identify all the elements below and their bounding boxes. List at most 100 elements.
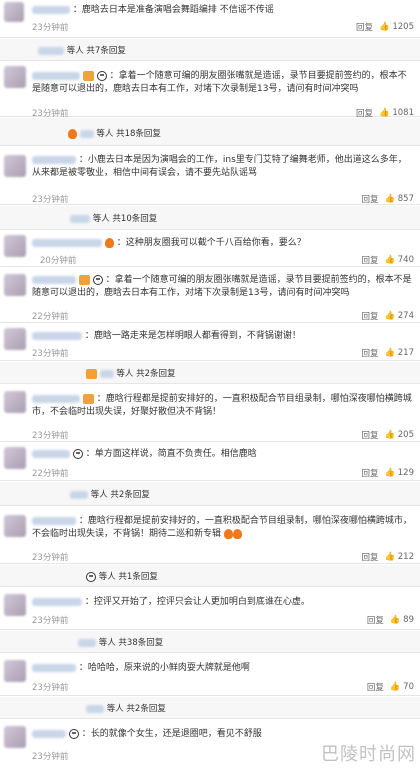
comment-text: ：小鹿去日本是因为演唱会的工作，ins里专门艾特了编舞老师，他出道这么多年，从来…: [32, 155, 407, 178]
reply-button[interactable]: 回复: [361, 467, 378, 479]
timestamp: 23分钟前: [32, 23, 69, 33]
comment-text: ：单方面这样说，简直不负责任。相信鹿晗: [85, 449, 257, 459]
panda-emoji-icon: [92, 274, 103, 285]
badge-icon: [86, 368, 97, 379]
reply-summary-text: 等人 共10条回复: [92, 214, 158, 224]
reply-summary-text: 等人 共2条回复: [90, 490, 150, 500]
comment-card: ：控评又开始了，控评只会让人更加明白到底谁在心虚。 23分钟前 回复 👍 89: [0, 588, 420, 630]
like-count: 1081: [392, 108, 414, 118]
fire-emoji-icon: [232, 528, 242, 539]
like-button[interactable]: 👍 217: [384, 348, 414, 358]
avatar[interactable]: [4, 515, 26, 537]
timestamp: 23分钟前: [32, 616, 69, 626]
like-button[interactable]: 👍 1081: [379, 108, 414, 118]
reply-button[interactable]: 回复: [361, 429, 378, 441]
timestamp: 22分钟前: [32, 312, 69, 322]
reply-summary[interactable]: 等人 共1条回复: [0, 565, 420, 587]
username[interactable]: [32, 516, 76, 525]
avatar[interactable]: [4, 235, 26, 257]
comment-text: ：鹿晗行程都是提前安排好的，一直积极配合节目组录制，哪怕深夜哪怕横跨城市，不会临…: [32, 516, 412, 539]
like-button[interactable]: 👍 1205: [379, 22, 414, 32]
reply-summary[interactable]: 等人 共38条回复: [0, 631, 420, 653]
comment-text: ：鹿晗一路走来是怎样明眼人都看得到，不背锅谢谢！: [84, 331, 301, 341]
comment-card: ：小鹿去日本是因为演唱会的工作，ins里专门艾特了编舞老师，他出道这么多年，从来…: [0, 147, 420, 205]
username[interactable]: [32, 238, 102, 247]
like-count: 205: [397, 430, 414, 440]
panda-emoji-icon: [86, 571, 96, 582]
username[interactable]: [32, 331, 82, 340]
like-count: 212: [397, 552, 414, 562]
like-count: 740: [397, 255, 414, 265]
comment-text: ：鹿晗去日本是准备演唱会舞蹈编排 不信谣不传谣: [72, 5, 274, 15]
reply-summary[interactable]: 等人 共10条回复: [0, 206, 420, 230]
avatar[interactable]: [4, 155, 26, 177]
like-count: 217: [397, 348, 414, 358]
comment-card: ：这种朋友圈我可以截个千八百给你看，要么？ 20分钟前 回复 👍 740: [0, 231, 420, 267]
comment-text: ：哈哈哈，原来说的小鲜肉耍大牌就是他啊: [78, 663, 250, 673]
timestamp: 22分钟前: [32, 469, 69, 479]
vip-badge-icon: [78, 274, 90, 285]
avatar[interactable]: [4, 274, 26, 296]
reply-summary[interactable]: 等人 共2条回复: [0, 362, 420, 384]
avatar[interactable]: [4, 660, 26, 682]
timestamp: 20分钟前: [40, 256, 77, 266]
like-button[interactable]: 👍 274: [384, 311, 414, 321]
like-count: 70: [403, 682, 414, 692]
username[interactable]: [32, 275, 76, 284]
like-button[interactable]: 👍 70: [390, 682, 414, 692]
like-button[interactable]: 👍 129: [384, 468, 414, 478]
comment-card: ：鹿晗行程都是提前安排好的，一直积极配合节目组录制，哪怕深夜哪怕横跨城市，不会临…: [0, 385, 420, 442]
like-button[interactable]: 👍 89: [390, 615, 414, 625]
username[interactable]: [32, 155, 76, 164]
reply-button[interactable]: 回复: [361, 254, 378, 266]
reply-button[interactable]: 回复: [367, 614, 384, 626]
comment-card: ：鹿晗行程都是提前安排好的，一直积极配合节目组录制，哪怕深夜哪怕横跨城市，不会临…: [0, 507, 420, 564]
username[interactable]: [32, 394, 80, 403]
avatar[interactable]: [4, 328, 26, 350]
avatar[interactable]: [4, 594, 26, 616]
reply-summary-text: 等人 共1条回复: [98, 572, 158, 582]
comment-card: ：鹿晗去日本是准备演唱会舞蹈编排 不信谣不传谣 23分钟前 回复 👍 1205: [0, 0, 420, 38]
fire-icon: [68, 128, 77, 139]
username[interactable]: [32, 663, 76, 672]
reply-summary[interactable]: 等人 共18条回复: [0, 118, 420, 146]
badge-icon: [82, 393, 94, 404]
like-button[interactable]: 👍 212: [384, 552, 414, 562]
reply-summary[interactable]: 等人 共2条回复: [0, 697, 420, 719]
reply-button[interactable]: 回复: [361, 551, 378, 563]
avatar[interactable]: [4, 2, 24, 22]
username[interactable]: [32, 729, 66, 738]
avatar[interactable]: [4, 391, 26, 413]
avatar[interactable]: [4, 66, 26, 88]
username[interactable]: [32, 71, 80, 80]
reply-button[interactable]: 回复: [361, 193, 378, 205]
like-button[interactable]: 👍 205: [384, 430, 414, 440]
username[interactable]: [32, 5, 70, 14]
username[interactable]: [32, 597, 82, 606]
reply-summary-text: 等人 共2条回复: [116, 369, 176, 379]
fire-emoji-icon: [223, 528, 233, 539]
comment-text: ：控评又开始了，控评只会让人更加明白到底谁在心虚。: [84, 597, 310, 607]
reply-summary[interactable]: 等人 共2条回复: [0, 482, 420, 506]
avatar[interactable]: [4, 447, 26, 469]
comment-card: ：拿着一个随意可编的朋友圈张嘴就是造谣，录节目要提前签约的，根本不是随意可以退出…: [0, 62, 420, 119]
reply-button[interactable]: 回复: [356, 21, 373, 33]
comment-card: ：单方面这样说，简直不负责任。相信鹿晗 22分钟前 回复 👍 129: [0, 443, 420, 481]
like-button[interactable]: 👍 740: [384, 255, 414, 265]
username[interactable]: [32, 449, 70, 458]
timestamp: 23分钟前: [32, 349, 69, 359]
reply-summary-text: 等人 共18条回复: [96, 129, 161, 139]
reply-summary[interactable]: 等人 共7条回复: [0, 39, 420, 61]
reply-button[interactable]: 回复: [361, 347, 378, 359]
like-count: 129: [397, 468, 414, 478]
avatar[interactable]: [4, 726, 26, 748]
comment-card: ：鹿晗一路走来是怎样明眼人都看得到，不背锅谢谢！ 23分钟前 回复 👍 217: [0, 324, 420, 361]
timestamp: 23分钟前: [32, 431, 69, 441]
comment-text: ：长的就像个女生，还是退圈吧，看见不舒服: [81, 729, 262, 739]
reply-button[interactable]: 回复: [367, 681, 384, 693]
reply-button[interactable]: 回复: [361, 310, 378, 322]
like-count: 857: [397, 194, 414, 204]
comment-card: ：拿着一个随意可编的朋友圈张嘴就是造谣，录节目要提前签约的，根本不是随意可以退出…: [0, 268, 420, 323]
like-button[interactable]: 👍 857: [384, 194, 414, 204]
panda-emoji-icon: [68, 728, 79, 739]
